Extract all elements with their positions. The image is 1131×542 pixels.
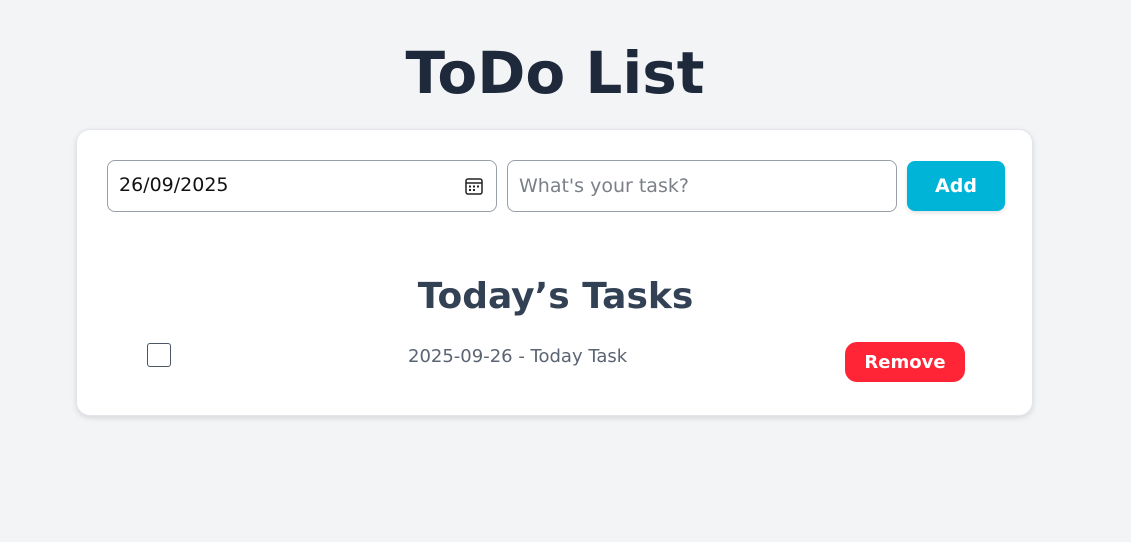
- date-value: 26/09/2025: [119, 174, 229, 196]
- task-input[interactable]: [507, 160, 897, 212]
- tasks-heading: Today’s Tasks: [417, 276, 694, 317]
- todo-card: 26/09/2025 Add Today’s Tasks 2025-09-26 …: [76, 129, 1033, 416]
- task-checkbox[interactable]: [147, 343, 171, 367]
- remove-button[interactable]: Remove: [845, 342, 965, 382]
- page-title: ToDo List: [405, 39, 705, 107]
- date-input[interactable]: 26/09/2025: [107, 160, 497, 212]
- add-button[interactable]: Add: [907, 161, 1005, 211]
- calendar-icon[interactable]: [464, 176, 484, 196]
- task-text: 2025-09-26 - Today Task: [408, 346, 628, 367]
- task-row: 2025-09-26 - Today Task Remove: [77, 340, 1034, 384]
